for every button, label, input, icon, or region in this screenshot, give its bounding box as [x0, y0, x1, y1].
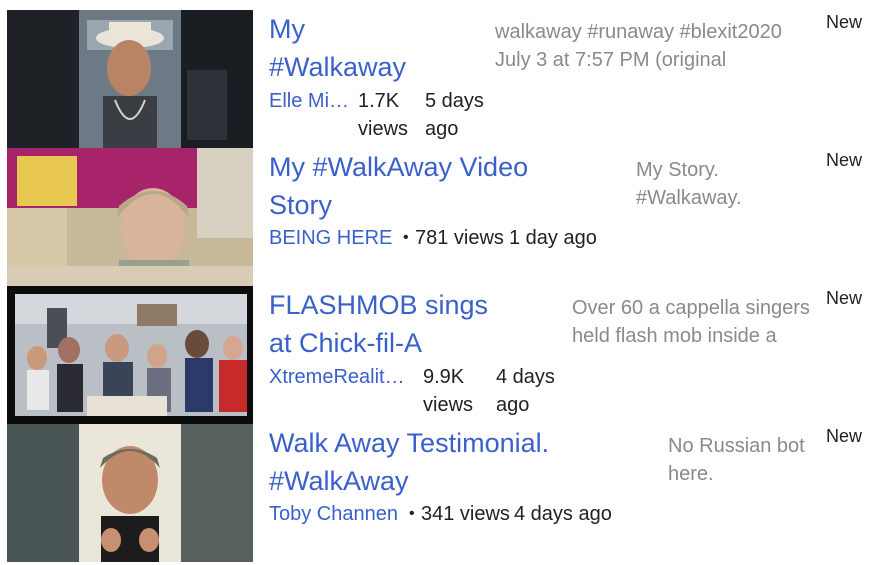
description-line: My Story.: [636, 159, 719, 181]
upload-age-unit: ago: [496, 394, 530, 416]
video-thumbnail-1[interactable]: [7, 10, 253, 148]
description-line: #Walkaway.: [636, 187, 742, 209]
title-line[interactable]: #Walkaway: [269, 48, 406, 86]
video-title-2[interactable]: My #WalkAway Video Story: [269, 148, 528, 224]
new-badge: New: [826, 12, 863, 32]
view-count-unit: views: [358, 118, 409, 140]
description-line: Over 60 a cappella singers: [572, 297, 810, 319]
view-count-number: 1.7K: [358, 90, 400, 112]
new-badge: New: [826, 150, 863, 170]
description-line: No Russian bot: [668, 435, 805, 457]
video-description-2: My Story. #Walkaway.: [636, 156, 742, 212]
title-line[interactable]: My #WalkAway Video: [269, 148, 528, 186]
separator-dot: •: [409, 505, 415, 522]
upload-age-value: 5 days: [425, 90, 484, 112]
upload-age-value: 4 days: [496, 366, 555, 388]
upload-age: 1 day ago: [509, 227, 597, 249]
video-description-3: Over 60 a cappella singers held flash mo…: [572, 294, 810, 350]
video-result-4[interactable]: Walk Away Testimonial. #WalkAway Toby Ch…: [0, 424, 887, 562]
upload-age: 4 days ago: [514, 503, 612, 525]
title-line[interactable]: at Chick-fil-A: [269, 324, 488, 362]
video-description-1: walkaway #runaway #blexit2020 July 3 at …: [495, 18, 782, 74]
view-count: 9.9K views: [423, 363, 473, 419]
view-count-unit: views: [423, 394, 474, 416]
title-line[interactable]: FLASHMOB sings: [269, 286, 488, 324]
view-count-number: 9.9K: [423, 366, 465, 388]
upload-age-unit: ago: [425, 118, 459, 140]
title-line[interactable]: Walk Away Testimonial.: [269, 424, 549, 462]
video-result-3[interactable]: FLASHMOB sings at Chick-fil-A XtremeReal…: [0, 286, 887, 424]
description-line: held flash mob inside a: [572, 325, 777, 347]
video-thumbnail-4[interactable]: [7, 424, 253, 562]
video-thumbnail-2[interactable]: [7, 148, 253, 286]
new-badge: New: [826, 426, 863, 446]
upload-age: 4 days ago: [496, 363, 555, 419]
separator-dot: •: [403, 229, 409, 246]
channel-link[interactable]: BEING HERE: [269, 224, 392, 252]
description-line: July 3 at 7:57 PM (original: [495, 49, 727, 71]
view-count: 1.7K views: [358, 87, 408, 143]
view-count: 341 views: [421, 503, 510, 525]
video-description-4: No Russian bot here.: [668, 432, 805, 488]
video-title-3[interactable]: FLASHMOB sings at Chick-fil-A: [269, 286, 488, 362]
upload-age: 5 days ago: [425, 87, 484, 143]
title-line[interactable]: #WalkAway: [269, 462, 549, 500]
video-title-4[interactable]: Walk Away Testimonial. #WalkAway: [269, 424, 549, 500]
title-line[interactable]: Story: [269, 186, 528, 224]
title-line[interactable]: My: [269, 10, 406, 48]
description-line: here.: [668, 463, 714, 485]
description-line: walkaway #runaway #blexit2020: [495, 21, 782, 43]
new-badge: New: [826, 288, 863, 308]
channel-link[interactable]: Toby Channen: [269, 500, 398, 528]
video-result-2[interactable]: My #WalkAway Video Story BEING HERE • 78…: [0, 148, 887, 286]
channel-link[interactable]: XtremeRealit…: [269, 363, 412, 391]
video-result-1[interactable]: My #Walkaway Elle Mi… 1.7K views 5 days …: [0, 10, 887, 148]
video-thumbnail-3[interactable]: [7, 286, 253, 424]
view-count: 781 views: [415, 227, 504, 249]
channel-link[interactable]: Elle Mi…: [269, 87, 355, 115]
video-title-1[interactable]: My #Walkaway: [269, 10, 406, 86]
